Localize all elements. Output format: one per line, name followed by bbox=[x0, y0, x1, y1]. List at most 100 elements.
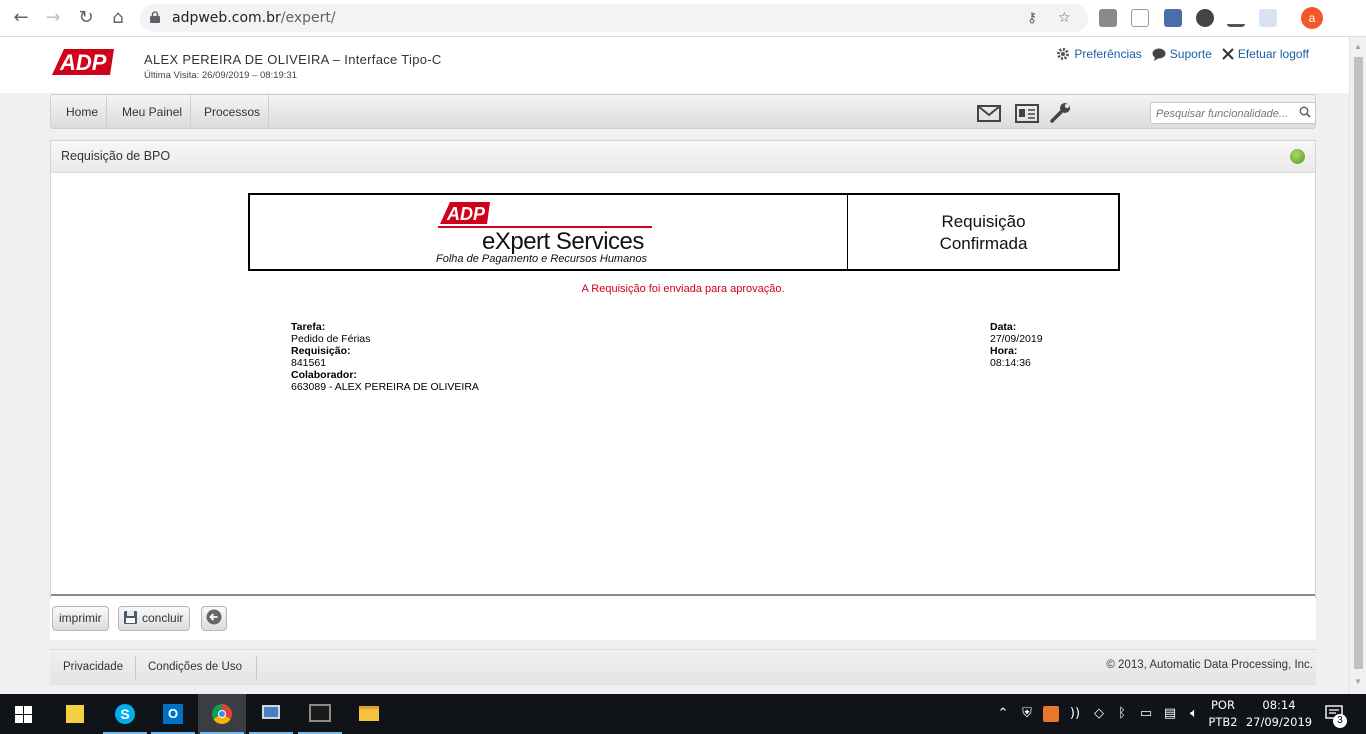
menu-home[interactable]: Home bbox=[51, 95, 108, 128]
volume-icon[interactable]: 🔈︎ bbox=[1186, 706, 1202, 722]
language-top[interactable]: POR bbox=[1206, 698, 1240, 712]
language-bottom[interactable]: PTB2 bbox=[1206, 715, 1240, 729]
chrome-app[interactable] bbox=[198, 694, 246, 734]
hora-value: 08:14:36 bbox=[990, 357, 1031, 369]
footer-divider bbox=[135, 656, 136, 680]
action-bar: imprimir concluir bbox=[50, 599, 1316, 640]
svg-text:ADP: ADP bbox=[446, 204, 486, 224]
colaborador-value: 663089 - ALEX PEREIRA DE OLIVEIRA bbox=[291, 381, 479, 393]
notification-count-badge: 3 bbox=[1333, 714, 1347, 728]
banner-brand: ADP eXpert Services Folha de Pagamento e… bbox=[250, 195, 848, 269]
skype-app[interactable]: S bbox=[101, 694, 149, 734]
hora-label: Hora: bbox=[990, 345, 1018, 357]
clapper-extension-icon[interactable] bbox=[1164, 9, 1182, 27]
colaborador-label: Colaborador: bbox=[291, 369, 357, 381]
cart-extension-icon[interactable] bbox=[1259, 9, 1277, 27]
java-update-icon[interactable] bbox=[1043, 706, 1059, 722]
confirmation-message: A Requisição foi enviada para aprovação. bbox=[581, 283, 785, 295]
mail-icon[interactable] bbox=[977, 105, 1001, 122]
panel-divider bbox=[51, 594, 1315, 596]
clock-date[interactable]: 27/09/2019 bbox=[1244, 715, 1314, 729]
adp-logo[interactable]: ADP bbox=[50, 47, 116, 77]
shield-icon[interactable]: ⛨ bbox=[1019, 706, 1035, 722]
footer-divider bbox=[256, 656, 257, 680]
requisicao-label: Requisição: bbox=[291, 345, 351, 357]
preferences-link[interactable]: Preferências bbox=[1056, 47, 1142, 61]
brand-subtitle: Folha de Pagamento e Recursos Humanos bbox=[436, 253, 647, 265]
logoff-link[interactable]: Efetuar logoff bbox=[1222, 47, 1309, 61]
outlook-app[interactable]: O bbox=[149, 694, 197, 734]
terminal-app[interactable] bbox=[296, 694, 344, 734]
confirmation-banner: ADP eXpert Services Folha de Pagamento e… bbox=[248, 193, 1120, 271]
back-icon[interactable]: ← bbox=[10, 7, 32, 29]
adp-banner-logo: ADP bbox=[440, 202, 490, 224]
address-bar[interactable]: adpweb.com.br/expert/ ⚷ ☆ bbox=[140, 4, 1088, 32]
show-hidden-icons-icon[interactable]: ⌃ bbox=[995, 706, 1011, 722]
reload-icon[interactable]: ↻ bbox=[75, 7, 97, 29]
close-icon bbox=[1222, 48, 1234, 60]
dropbox-icon[interactable]: ◇ bbox=[1091, 706, 1107, 722]
floppy-disk-icon bbox=[124, 611, 137, 624]
browser-toolbar: ← → ↻ ⌂ adpweb.com.br/expert/ ⚷ ☆ a bbox=[0, 0, 1366, 37]
extension-icon[interactable] bbox=[1099, 9, 1117, 27]
json-extension-icon[interactable] bbox=[1131, 9, 1149, 27]
gear-icon bbox=[1057, 48, 1070, 60]
battery-icon[interactable]: ▭ bbox=[1138, 706, 1154, 722]
balls-extension-icon[interactable] bbox=[1196, 9, 1214, 27]
profile-avatar[interactable]: a bbox=[1301, 7, 1323, 29]
go-arrow-icon[interactable] bbox=[1290, 149, 1305, 164]
signal-extension-icon[interactable] bbox=[1227, 9, 1245, 27]
data-value: 27/09/2019 bbox=[990, 333, 1043, 345]
star-icon[interactable]: ☆ bbox=[1058, 10, 1071, 26]
page: ADP ALEX PEREIRA DE OLIVEIRA – Interface… bbox=[0, 37, 1349, 694]
terms-link[interactable]: Condições de Uso bbox=[148, 661, 242, 673]
panel-header: Requisição de BPO bbox=[51, 141, 1315, 173]
banner-status: Requisição Confirmada bbox=[849, 195, 1118, 269]
key-icon[interactable]: ⚷ bbox=[1027, 10, 1037, 26]
tarefa-value: Pedido de Férias bbox=[291, 333, 371, 345]
sticky-notes-app[interactable] bbox=[51, 694, 99, 734]
finish-button[interactable]: concluir bbox=[118, 606, 191, 631]
file-explorer-app[interactable] bbox=[345, 694, 393, 734]
search-input[interactable] bbox=[1156, 106, 1292, 122]
wifi-signal-icon[interactable]: )) bbox=[1067, 706, 1083, 722]
id-card-icon[interactable] bbox=[1015, 104, 1039, 123]
scroll-thumb[interactable] bbox=[1354, 57, 1363, 669]
panel-title: Requisição de BPO bbox=[61, 149, 171, 163]
network-app[interactable] bbox=[247, 694, 295, 734]
data-label: Data: bbox=[990, 321, 1017, 333]
privacy-link[interactable]: Privacidade bbox=[63, 661, 123, 673]
print-button[interactable]: imprimir bbox=[52, 606, 109, 631]
windows-start-icon[interactable] bbox=[15, 706, 32, 723]
wrench-icon[interactable] bbox=[1049, 100, 1073, 124]
scroll-up-icon[interactable]: ▲ bbox=[1354, 42, 1362, 51]
home-icon[interactable]: ⌂ bbox=[107, 7, 129, 29]
windows-taskbar: S O ⌃ ⛨ )) ◇ ᛒ ▭ ▤ 🔈︎ POR PTB2 08:14 27/… bbox=[0, 694, 1366, 734]
back-arrow-icon bbox=[206, 609, 222, 625]
page-scrollbar[interactable]: ▲ ▼ bbox=[1349, 37, 1366, 694]
bluetooth-icon[interactable]: ᛒ bbox=[1114, 706, 1130, 722]
network-icon[interactable]: ▤ bbox=[1162, 706, 1178, 722]
search-box[interactable] bbox=[1150, 102, 1316, 124]
finish-label: concluir bbox=[142, 611, 184, 625]
top-links: Preferências Suporte Efetuar logoff bbox=[1056, 47, 1309, 61]
brand-name: eXpert Services bbox=[482, 228, 644, 255]
menu-meu-painel[interactable]: Meu Painel bbox=[111, 95, 192, 128]
request-details-right: Data: 27/09/2019 Hora: 08:14:36 bbox=[990, 321, 1043, 369]
content-panel: Requisição de BPO ADP eXpert Services Fo… bbox=[50, 140, 1316, 640]
logoff-label: Efetuar logoff bbox=[1237, 47, 1309, 61]
forward-icon[interactable]: → bbox=[42, 7, 64, 29]
preferences-label: Preferências bbox=[1074, 47, 1142, 61]
site-footer: Privacidade Condições de Uso © 2013, Aut… bbox=[50, 649, 1316, 685]
clock-time[interactable]: 08:14 bbox=[1244, 698, 1314, 712]
status-line-1: Requisição bbox=[941, 212, 1026, 231]
main-menu: Home Meu Painel Processos bbox=[50, 94, 1316, 129]
menu-processos[interactable]: Processos bbox=[196, 95, 270, 128]
search-icon[interactable] bbox=[1299, 106, 1311, 118]
scroll-down-icon[interactable]: ▼ bbox=[1354, 677, 1362, 686]
copyright: © 2013, Automatic Data Processing, Inc. bbox=[1106, 659, 1313, 671]
back-button[interactable] bbox=[201, 606, 227, 631]
lock-icon bbox=[150, 11, 160, 23]
support-link[interactable]: Suporte bbox=[1152, 47, 1212, 61]
site-header: ADP ALEX PEREIRA DE OLIVEIRA – Interface… bbox=[0, 37, 1349, 93]
